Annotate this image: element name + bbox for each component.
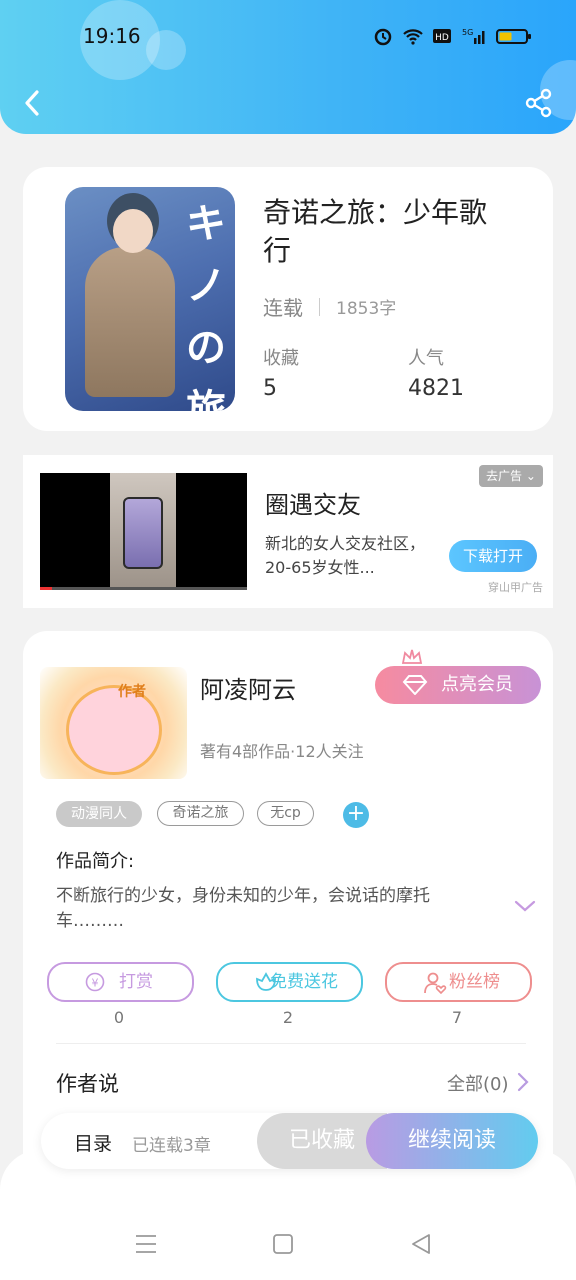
- decor-bubble: [146, 30, 186, 70]
- fan-count: 7: [451, 1008, 463, 1027]
- cover-title-art: キノの旅Ⅳ: [186, 200, 226, 411]
- back-triangle-icon[interactable]: [410, 1233, 432, 1255]
- meta-divider: [319, 297, 320, 316]
- intro-text: 不断旅行的少女，身份未知的少年，会说话的摩托车………: [56, 886, 430, 931]
- author-say-all-link[interactable]: 全部(0): [447, 1070, 509, 1096]
- share-icon[interactable]: [524, 88, 554, 118]
- toc-button[interactable]: 目录: [74, 1129, 112, 1156]
- author-info: 著有4部作品·12人关注: [200, 742, 364, 761]
- book-meta: 连载 1853字: [263, 292, 396, 321]
- avatar-face: [66, 685, 162, 775]
- section-divider: [56, 1043, 526, 1044]
- reward-count: 0: [113, 1008, 125, 1027]
- coin-icon: ¥: [85, 972, 105, 992]
- flower-count: 2: [282, 1008, 294, 1027]
- book-word-count: 1853字: [336, 299, 397, 319]
- wifi-icon: [403, 29, 423, 45]
- author-badge: 作者: [118, 684, 146, 700]
- book-status: 连载: [263, 296, 303, 320]
- cover-figure-head: [113, 209, 153, 253]
- status-icons: HD 5G: [372, 26, 532, 46]
- ad-source: 穿山甲广告: [488, 581, 543, 594]
- system-nav-bar: [0, 1150, 576, 1280]
- ad-video[interactable]: [40, 473, 247, 590]
- fan-ranking-label: 粉丝榜: [449, 972, 500, 992]
- user-heart-icon: [424, 972, 447, 994]
- book-title: 奇诺之旅：少年歌行: [263, 196, 488, 267]
- svg-text:¥: ¥: [92, 977, 99, 990]
- top-header: 19:16 HD 5G: [0, 0, 576, 134]
- ad-title: 圈遇交友: [265, 491, 361, 519]
- add-tag-button[interactable]: +: [343, 802, 369, 828]
- fan-ranking-button[interactable]: 粉丝榜: [385, 962, 532, 1002]
- ad-remove-button[interactable]: 去广告 ⌄: [479, 465, 543, 487]
- popularity-label: 人气: [408, 348, 444, 369]
- ad-remove-label: 去广告: [486, 469, 523, 483]
- ad-description: 新北的女人交友社区，20-65岁女性...: [265, 534, 426, 577]
- svg-text:HD: HD: [435, 33, 449, 43]
- battery-icon: [496, 29, 531, 44]
- menu-icon[interactable]: [134, 1233, 158, 1255]
- diamond-icon: [402, 675, 428, 695]
- tag-item[interactable]: 奇诺之旅: [157, 801, 244, 826]
- status-time: 19:16: [83, 24, 141, 48]
- reward-label: 打赏: [119, 972, 153, 992]
- ad-video-progress: [40, 587, 247, 590]
- tag-item[interactable]: 动漫同人: [56, 801, 142, 827]
- svg-text:5G: 5G: [462, 28, 473, 37]
- favorites-label: 收藏: [263, 348, 299, 369]
- ad-video-phone: [123, 497, 163, 569]
- continue-reading-button[interactable]: 继续阅读: [366, 1113, 538, 1169]
- chevron-right-icon[interactable]: [516, 1072, 530, 1092]
- tag-item[interactable]: 无cp: [257, 801, 314, 826]
- vip-button[interactable]: 点亮会员: [375, 666, 541, 704]
- reward-button[interactable]: ¥ 打赏: [47, 962, 194, 1002]
- back-arrow-icon[interactable]: [20, 88, 46, 118]
- chapter-count: 已连载3章: [132, 1136, 211, 1156]
- book-cover-image[interactable]: キノの旅Ⅳ: [65, 187, 235, 411]
- favorites-value: 5: [263, 376, 277, 401]
- signal-icon: 5G: [462, 28, 485, 44]
- send-flower-button[interactable]: 免费送花: [216, 962, 363, 1002]
- author-name[interactable]: 阿凌阿云: [200, 670, 296, 705]
- popularity-value: 4821: [408, 376, 464, 401]
- vip-button-label: 点亮会员: [441, 674, 513, 695]
- home-square-icon[interactable]: [272, 1233, 294, 1255]
- chevron-down-icon[interactable]: [514, 898, 536, 914]
- alarm-icon: [374, 28, 392, 46]
- ad-banner[interactable]: 圈遇交友 新北的女人交友社区，20-65岁女性... 下载打开 去广告 ⌄ 穿山…: [23, 455, 553, 608]
- ad-download-button[interactable]: 下载打开: [449, 540, 537, 572]
- intro-label: 作品简介:: [56, 851, 135, 872]
- cover-figure: [85, 247, 175, 397]
- crown-icon: [401, 649, 423, 664]
- hd-icon: HD: [433, 29, 451, 43]
- author-say-title: 作者说: [56, 1072, 119, 1096]
- author-avatar[interactable]: 作者: [40, 667, 187, 779]
- send-flower-label: 免费送花: [270, 972, 338, 992]
